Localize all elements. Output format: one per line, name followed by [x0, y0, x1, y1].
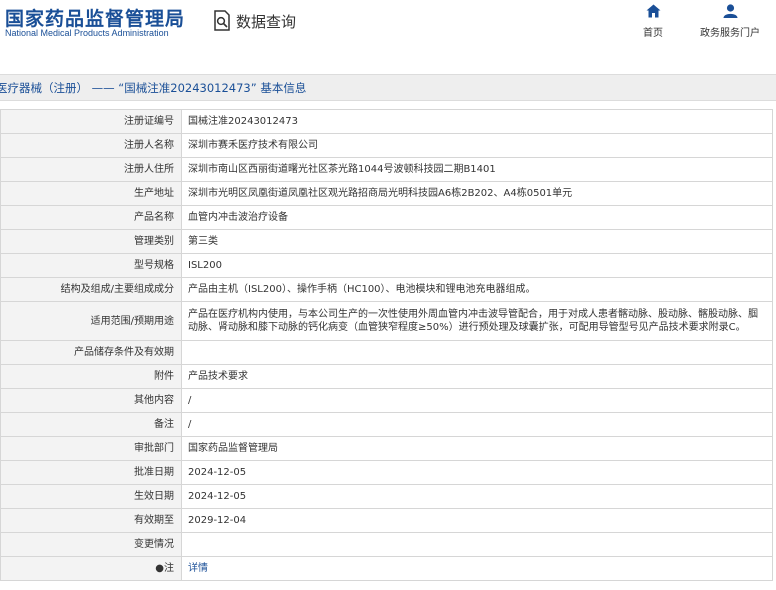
detail-table: 注册证编号 国械注准20243012473 注册人名称 深圳市赛禾医疗技术有限公司 注册… — [0, 109, 773, 581]
field-label: 产品储存条件及有效期 — [0, 340, 182, 365]
field-value: / — [181, 388, 773, 413]
table-row: 型号规格 ISL200 — [0, 253, 773, 278]
table-row: 变更情况 — [0, 532, 773, 557]
table-row: 注册证编号 国械注准20243012473 — [0, 109, 773, 134]
field-label: 管理类别 — [0, 229, 182, 254]
field-value: 国械注准20243012473 — [181, 109, 773, 134]
field-label: 适用范围/预期用途 — [0, 301, 182, 341]
field-value: / — [181, 412, 773, 437]
table-row: 注册人住所 深圳市南山区西丽街道曙光社区茶光路1044号波顿科技园二期B1401 — [0, 157, 773, 182]
nav-service-portal[interactable]: 政务服务门户 — [700, 4, 760, 39]
field-value: 2024-12-05 — [181, 484, 773, 509]
field-label: 产品名称 — [0, 205, 182, 230]
nav-home[interactable]: 首页 — [643, 4, 663, 39]
field-value: 深圳市赛禾医疗技术有限公司 — [181, 133, 773, 158]
field-label: 生效日期 — [0, 484, 182, 509]
field-value: 2029-12-04 — [181, 508, 773, 533]
data-query-link[interactable]: 数据查询 — [212, 9, 296, 33]
field-label: 注册人住所 — [0, 157, 182, 182]
table-row: 适用范围/预期用途 产品在医疗机构内使用，与本公司生产的一次性使用外周血管内冲击波… — [0, 301, 773, 341]
search-document-icon — [214, 10, 230, 31]
field-label: 附件 — [0, 364, 182, 389]
field-label: 批准日期 — [0, 460, 182, 485]
section-title-bar: 医疗器械（注册） —— “国械注准20243012473” 基本信息 — [0, 74, 776, 101]
field-value: 详情 — [181, 556, 773, 581]
table-row: 批准日期 2024-12-05 — [0, 460, 773, 485]
field-label: 型号规格 — [0, 253, 182, 278]
table-row: 备注 / — [0, 412, 773, 437]
table-row: 其他内容 / — [0, 388, 773, 413]
field-label: 备注 — [0, 412, 182, 437]
field-value: 深圳市南山区西丽街道曙光社区茶光路1044号波顿科技园二期B1401 — [181, 157, 773, 182]
field-value: 产品技术要求 — [181, 364, 773, 389]
brand-subtitle: National Medical Products Administration — [5, 28, 169, 38]
field-label: 其他内容 — [0, 388, 182, 413]
table-row: 结构及组成/主要组成成分 产品由主机（ISL200）、操作手柄（HC100）、电池… — [0, 277, 773, 302]
field-label: 有效期至 — [0, 508, 182, 533]
field-value: 2024-12-05 — [181, 460, 773, 485]
table-row: 产品储存条件及有效期 — [0, 340, 773, 365]
site-header: 国家药品监督管理局 National Medical Products Admi… — [0, 0, 776, 62]
field-value: 产品由主机（ISL200）、操作手柄（HC100）、电池模块和锂电池充电器组成。 — [181, 277, 773, 302]
field-value: 产品在医疗机构内使用，与本公司生产的一次性使用外周血管内冲击波导管配合，用于对成… — [181, 301, 773, 341]
field-label: ●注 — [0, 556, 182, 581]
field-value — [181, 340, 773, 365]
field-value: 第三类 — [181, 229, 773, 254]
nav-home-label: 首页 — [643, 28, 663, 39]
field-label: 生产地址 — [0, 181, 182, 206]
home-icon — [646, 4, 660, 18]
field-value: 血管内冲击波治疗设备 — [181, 205, 773, 230]
table-row: 注册人名称 深圳市赛禾医疗技术有限公司 — [0, 133, 773, 158]
field-value: 深圳市光明区凤凰街道凤凰社区观光路招商局光明科技园A6栋2B202、A4栋050… — [181, 181, 773, 206]
page-title: 医疗器械（注册） —— “国械注准20243012473” 基本信息 — [0, 81, 307, 95]
table-row: ●注 详情 — [0, 556, 773, 581]
nav-service-portal-label: 政务服务门户 — [700, 28, 760, 39]
table-row: 生产地址 深圳市光明区凤凰街道凤凰社区观光路招商局光明科技园A6栋2B202、A4… — [0, 181, 773, 206]
field-label: 审批部门 — [0, 436, 182, 461]
brand-title[interactable]: 国家药品监督管理局 — [5, 4, 185, 31]
table-row: 产品名称 血管内冲击波治疗设备 — [0, 205, 773, 230]
field-label: 注册证编号 — [0, 109, 182, 134]
field-label: 注册人名称 — [0, 133, 182, 158]
table-row: 有效期至 2029-12-04 — [0, 508, 773, 533]
field-label: 变更情况 — [0, 532, 182, 557]
table-row: 生效日期 2024-12-05 — [0, 484, 773, 509]
table-row: 管理类别 第三类 — [0, 229, 773, 254]
field-value: 国家药品监督管理局 — [181, 436, 773, 461]
user-icon — [723, 4, 737, 18]
field-value — [181, 532, 773, 557]
detail-link[interactable]: 详情 — [188, 563, 208, 574]
data-query-label: 数据查询 — [236, 12, 297, 31]
field-value: ISL200 — [181, 253, 773, 278]
table-row: 审批部门 国家药品监督管理局 — [0, 436, 773, 461]
field-label: 结构及组成/主要组成成分 — [0, 277, 182, 302]
table-row: 附件 产品技术要求 — [0, 364, 773, 389]
